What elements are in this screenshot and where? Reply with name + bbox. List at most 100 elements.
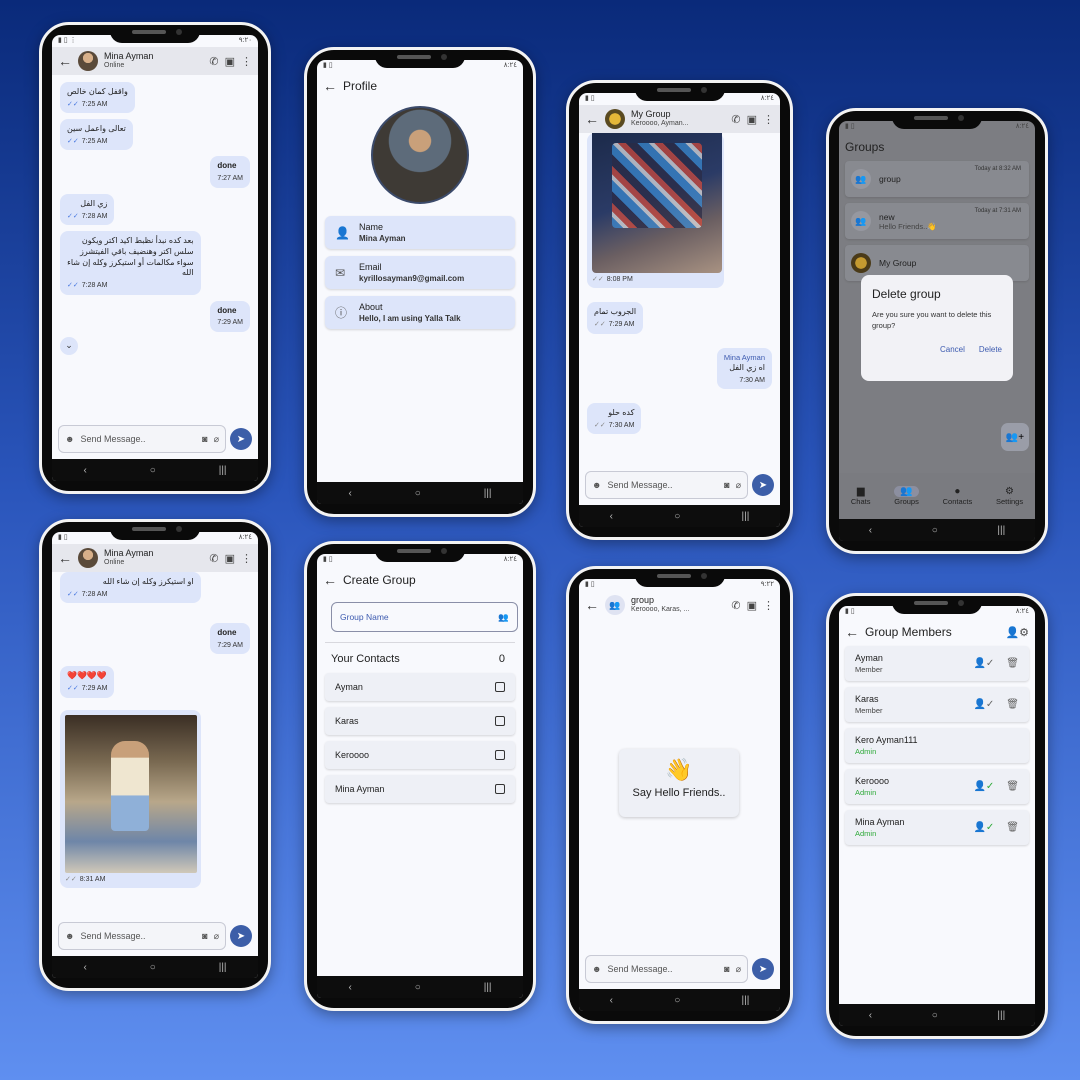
trash-icon[interactable]: 🗑 — [1006, 658, 1019, 669]
avatar[interactable] — [78, 51, 98, 71]
trash-icon[interactable]: 🗑 — [1006, 781, 1019, 792]
attach-icon[interactable]: ⌀ — [214, 931, 219, 942]
nav-back-icon[interactable]: ‹ — [348, 982, 351, 993]
nav-home-icon[interactable]: ○ — [932, 525, 938, 536]
group-list-item[interactable]: 👥 group Today at 8:32 AM — [845, 161, 1029, 197]
camera-icon[interactable]: ◙ — [724, 480, 729, 490]
scroll-down-button[interactable]: ⌄ — [60, 336, 78, 355]
nav-recents-icon[interactable]: ||| — [742, 511, 750, 522]
more-vert-icon[interactable]: ⋮ — [241, 552, 252, 565]
nav-back-icon[interactable]: ‹ — [610, 511, 613, 522]
sticker-icon[interactable]: ☻ — [65, 931, 74, 941]
video-call-icon[interactable]: ▣ — [225, 55, 235, 68]
nav-recents-icon[interactable]: ||| — [219, 465, 227, 476]
make-admin-icon[interactable]: 👤✓ — [973, 699, 994, 710]
nav-back-icon[interactable]: ‹ — [869, 1010, 872, 1021]
nav-back-icon[interactable]: ‹ — [869, 525, 872, 536]
attach-icon[interactable]: ⌀ — [214, 434, 219, 445]
tab-chats[interactable]: ▆ Chats — [851, 486, 871, 506]
group-avatar[interactable]: 👥 — [605, 595, 625, 615]
say-hello-card[interactable]: 👋 Say Hello Friends.. — [619, 749, 739, 817]
nav-back-icon[interactable]: ‹ — [83, 962, 86, 973]
contact-row[interactable]: Mina Ayman — [325, 775, 515, 803]
back-arrow-icon[interactable]: ← — [58, 53, 72, 69]
admin-check-icon[interactable]: 👤✓ — [973, 781, 994, 792]
back-arrow-icon[interactable]: ← — [323, 78, 337, 94]
send-button[interactable]: ➤ — [752, 474, 774, 496]
send-button[interactable]: ➤ — [230, 428, 252, 450]
sticker-icon[interactable]: ☻ — [592, 480, 601, 490]
tab-groups[interactable]: 👥 Groups — [894, 486, 919, 506]
admin-check-icon[interactable]: 👤✓ — [973, 822, 994, 833]
contact-row[interactable]: Ayman — [325, 673, 515, 701]
profile-photo[interactable] — [371, 106, 469, 204]
nav-home-icon[interactable]: ○ — [415, 982, 421, 993]
message-input[interactable]: ☻ Send Message.. ◙ ⌀ — [585, 955, 748, 983]
camera-icon[interactable]: ◙ — [724, 964, 729, 974]
message-bubble[interactable]: Mina Ayman اه زي الفل 7:30 AM — [716, 347, 772, 390]
message-input[interactable]: ☻ Send Message.. ◙ ⌀ — [58, 425, 226, 453]
cancel-button[interactable]: Cancel — [940, 345, 965, 354]
nav-home-icon[interactable]: ○ — [150, 465, 156, 476]
more-vert-icon[interactable]: ⋮ — [241, 55, 252, 68]
member-row[interactable]: Kero Ayman111 Admin — [845, 728, 1029, 763]
camera-icon[interactable]: ◙ — [202, 931, 207, 941]
nav-home-icon[interactable]: ○ — [150, 962, 156, 973]
nav-recents-icon[interactable]: ||| — [219, 962, 227, 973]
attach-icon[interactable]: ⌀ — [736, 964, 741, 975]
contact-checkbox[interactable] — [495, 750, 505, 760]
message-bubble[interactable]: كده حلو ✓✓ 7:30 AM — [587, 403, 642, 435]
photo-image[interactable] — [65, 714, 197, 873]
message-bubble[interactable]: done 7:29 AM — [210, 300, 250, 332]
attach-icon[interactable]: ⌀ — [736, 480, 741, 491]
delete-button[interactable]: Delete — [979, 345, 1002, 354]
contact-row[interactable]: Karas — [325, 707, 515, 735]
sticker-icon[interactable]: ☻ — [65, 434, 74, 444]
back-arrow-icon[interactable]: ← — [323, 572, 337, 588]
nav-recents-icon[interactable]: ||| — [484, 488, 492, 499]
message-bubble[interactable]: بعد كده نبدأ نظبط اكيد اكتر ويكون سلس اك… — [60, 230, 201, 295]
back-arrow-icon[interactable]: ← — [585, 597, 599, 613]
add-group-fab[interactable]: 👥+ — [1001, 423, 1029, 451]
nav-back-icon[interactable]: ‹ — [83, 465, 86, 476]
message-bubble[interactable]: done 7:27 AM — [210, 156, 250, 188]
video-call-icon[interactable]: ▣ — [225, 552, 235, 565]
message-bubble[interactable]: واقفل كمان خالص ✓✓ 7:25 AM — [60, 82, 135, 114]
group-avatar[interactable] — [605, 109, 625, 129]
profile-name-card[interactable]: 👤 Name Mina Ayman — [325, 216, 515, 249]
more-vert-icon[interactable]: ⋮ — [763, 599, 774, 612]
manage-accounts-icon[interactable]: 👤⚙ — [1005, 626, 1029, 639]
member-row[interactable]: Mina Ayman Admin 👤✓ 🗑 — [845, 810, 1029, 845]
nav-recents-icon[interactable]: ||| — [997, 1010, 1005, 1021]
message-bubble[interactable]: زي الفل ✓✓ 7:28 AM — [60, 193, 115, 225]
nav-home-icon[interactable]: ○ — [674, 511, 680, 522]
nav-home-icon[interactable]: ○ — [674, 995, 680, 1006]
nav-home-icon[interactable]: ○ — [932, 1010, 938, 1021]
tab-settings[interactable]: ⚙ Settings — [996, 486, 1023, 506]
back-arrow-icon[interactable]: ← — [58, 550, 72, 566]
member-row[interactable]: Keroooo Admin 👤✓ 🗑 — [845, 769, 1029, 804]
camera-icon[interactable]: ◙ — [202, 434, 207, 444]
phone-icon[interactable]: ✆ — [209, 55, 218, 68]
video-call-icon[interactable]: ▣ — [747, 113, 757, 126]
make-admin-icon[interactable]: 👤✓ — [973, 658, 994, 669]
message-input[interactable]: ☻ Send Message.. ◙ ⌀ — [58, 922, 226, 950]
message-input[interactable]: ☻ Send Message.. ◙ ⌀ — [585, 471, 748, 499]
message-bubble[interactable]: done 7:29 AM — [210, 623, 250, 655]
sticker-icon[interactable]: ☻ — [592, 964, 601, 974]
image-message[interactable]: ✓✓ 8:31 AM — [60, 709, 201, 889]
trash-icon[interactable]: 🗑 — [1006, 822, 1019, 833]
member-row[interactable]: Karas Member 👤✓ 🗑 — [845, 687, 1029, 722]
nav-recents-icon[interactable]: ||| — [742, 995, 750, 1006]
message-bubble[interactable]: تعالى واعمل سين ✓✓ 7:25 AM — [60, 119, 133, 151]
tab-contacts[interactable]: ● Contacts — [943, 486, 973, 506]
send-button[interactable]: ➤ — [230, 925, 252, 947]
group-list-item[interactable]: 👥 new Hello Friends..👋 Today at 7:31 AM — [845, 203, 1029, 239]
image-message[interactable]: ✓✓ 8:08 PM — [587, 133, 724, 289]
message-bubble[interactable]: ❤️❤️❤️❤️ ✓✓ 7:29 AM — [60, 666, 115, 698]
message-bubble[interactable]: الجروب تمام ✓✓ 7:29 AM — [587, 302, 644, 334]
avatar[interactable] — [78, 548, 98, 568]
nav-recents-icon[interactable]: ||| — [997, 525, 1005, 536]
contact-checkbox[interactable] — [495, 784, 505, 794]
more-vert-icon[interactable]: ⋮ — [763, 113, 774, 126]
